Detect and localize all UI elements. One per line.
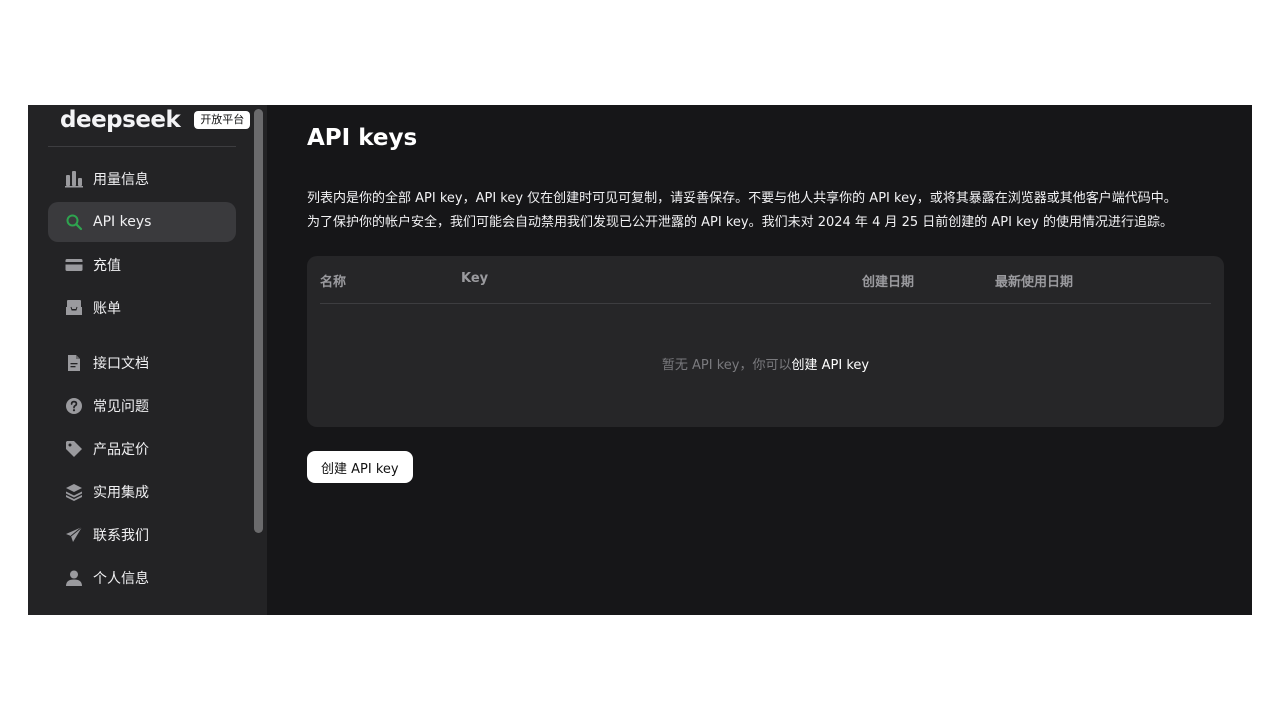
credit-card-icon: [65, 256, 83, 274]
page-description: 列表内是你的全部 API key，API key 仅在创建时可见可复制，请妥善保…: [307, 187, 1237, 235]
sidebar-item-label: 个人信息: [93, 571, 149, 587]
column-header-created: 创建日期: [862, 275, 915, 290]
user-icon: [65, 569, 83, 587]
sidebar-item-label: 账单: [93, 301, 121, 317]
platform-badge: 开放平台: [194, 111, 251, 129]
description-line: 列表内是你的全部 API key，API key 仅在创建时可见可复制，请妥善保…: [307, 191, 1177, 206]
question-icon: [65, 397, 83, 415]
sidebar-item-api-keys[interactable]: API keys: [48, 202, 236, 242]
sidebar-item-label: 充值: [93, 258, 121, 274]
table-header: 名称 Key 创建日期 最新使用日期: [320, 256, 1211, 304]
sidebar-item-label: 联系我们: [93, 528, 149, 544]
send-icon: [65, 526, 83, 544]
inbox-icon: [65, 299, 83, 317]
tag-icon: [65, 440, 83, 458]
create-api-key-link[interactable]: 创建 API key: [792, 358, 870, 373]
document-icon: [65, 354, 83, 372]
create-api-key-button[interactable]: 创建 API key: [307, 451, 413, 483]
empty-state: 暂无 API key，你可以创建 API key: [307, 354, 1224, 373]
sidebar-item-docs[interactable]: 接口文档: [48, 343, 236, 383]
sidebar-item-integrations[interactable]: 实用集成: [48, 472, 236, 512]
column-header-last-used: 最新使用日期: [995, 275, 1074, 290]
layers-icon: [65, 483, 83, 501]
sidebar-scrollbar[interactable]: [254, 109, 263, 533]
description-line: 为了保护你的帐户安全，我们可能会自动禁用我们发现已公开泄露的 API key。我…: [307, 215, 1173, 230]
sidebar-item-contact[interactable]: 联系我们: [48, 515, 236, 555]
search-icon: [65, 213, 83, 231]
sidebar-item-label: 实用集成: [93, 485, 149, 501]
empty-state-text: 暂无 API key，你可以: [661, 358, 792, 373]
sidebar: deepseek 开放平台 用量信息 API keys 充值 账单 接口文档 常…: [28, 105, 267, 615]
brand[interactable]: deepseek 开放平台: [60, 105, 251, 135]
sidebar-item-pricing[interactable]: 产品定价: [48, 429, 236, 469]
sidebar-item-label: API keys: [93, 214, 152, 230]
sidebar-divider: [48, 146, 236, 147]
sidebar-item-profile[interactable]: 个人信息: [48, 558, 236, 598]
app-window: deepseek 开放平台 用量信息 API keys 充值 账单 接口文档 常…: [28, 105, 1252, 615]
api-keys-table: 名称 Key 创建日期 最新使用日期 暂无 API key，你可以创建 API …: [307, 256, 1224, 427]
deepseek-logo: deepseek: [60, 106, 181, 133]
sidebar-item-usage[interactable]: 用量信息: [48, 159, 236, 199]
sidebar-item-faq[interactable]: 常见问题: [48, 386, 236, 426]
main-content: API keys 列表内是你的全部 API key，API key 仅在创建时可…: [267, 105, 1252, 615]
column-header-name: 名称: [320, 275, 347, 290]
page-title: API keys: [307, 125, 418, 151]
sidebar-item-label: 接口文档: [93, 356, 149, 372]
sidebar-item-recharge[interactable]: 充值: [48, 245, 236, 285]
sidebar-item-label: 用量信息: [93, 172, 149, 188]
sidebar-item-label: 常见问题: [93, 399, 149, 415]
column-header-key: Key: [461, 271, 489, 286]
sidebar-item-billing[interactable]: 账单: [48, 288, 236, 328]
sidebar-item-label: 产品定价: [93, 442, 149, 458]
bar-chart-icon: [65, 170, 83, 188]
